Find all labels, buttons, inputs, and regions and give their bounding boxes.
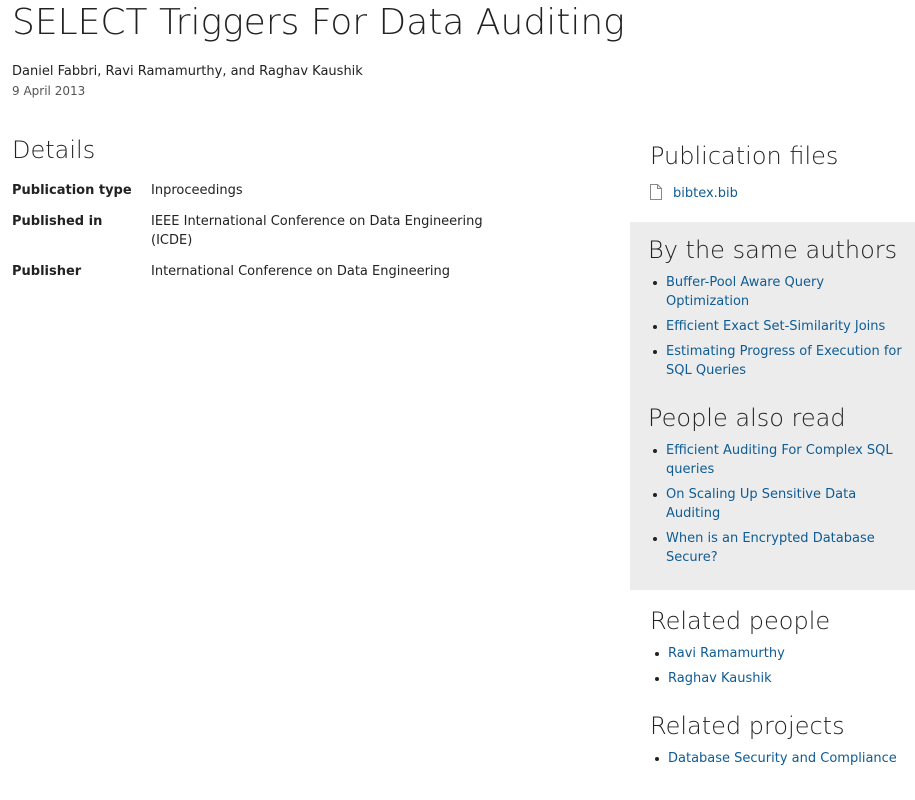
bullet <box>655 652 659 656</box>
bullet <box>653 537 657 541</box>
related-people-list: Ravi Ramamurthy Raghav Kaushik <box>650 644 910 688</box>
people-also-read-section: People also read Efficient Auditing For … <box>648 403 910 573</box>
detail-label: Publication type <box>12 183 132 198</box>
detail-value: International Conference on Data Enginee… <box>151 264 451 279</box>
bullet <box>653 493 657 497</box>
related-publication-link[interactable]: When is an Encrypted Database Secure? <box>666 531 875 565</box>
related-projects-heading: Related projects <box>650 712 845 740</box>
list-item: When is an Encrypted Database Secure? <box>653 529 910 567</box>
detail-value: Inproceedings <box>151 183 243 198</box>
related-publication-link[interactable]: Buffer-Pool Aware Query Optimization <box>666 275 824 309</box>
list-item: On Scaling Up Sensitive Data Auditing <box>653 485 910 523</box>
bullet <box>653 325 657 329</box>
related-publication-link[interactable]: On Scaling Up Sensitive Data Auditing <box>666 487 856 521</box>
publication-files-section: Publication files bibtex.bib <box>650 141 900 203</box>
bullet <box>655 757 659 761</box>
detail-value: IEEE International Conference on Data En… <box>151 214 483 248</box>
list-item: Database Security and Compliance <box>655 749 910 768</box>
bullet <box>653 449 657 453</box>
related-people-section: Related people Ravi Ramamurthy Raghav Ka… <box>650 606 910 694</box>
detail-row-published-in: Published in IEEE International Conferen… <box>12 212 512 250</box>
same-authors-heading: By the same authors <box>648 236 898 264</box>
person-link[interactable]: Raghav Kaushik <box>668 671 772 686</box>
list-item: Ravi Ramamurthy <box>655 644 910 663</box>
related-publication-link[interactable]: Estimating Progress of Execution for SQL… <box>666 344 902 378</box>
bibtex-file-link[interactable]: bibtex.bib <box>673 184 738 203</box>
related-publication-link[interactable]: Efficient Exact Set-Similarity Joins <box>666 319 885 334</box>
related-projects-list: Database Security and Compliance <box>650 749 910 768</box>
related-projects-section: Related projects Database Security and C… <box>650 711 910 774</box>
file-item[interactable]: bibtex.bib <box>650 183 900 203</box>
same-authors-list: Buffer-Pool Aware Query Optimization Eff… <box>648 273 910 380</box>
detail-label: Publisher <box>12 264 82 279</box>
person-link[interactable]: Ravi Ramamurthy <box>668 646 785 661</box>
publication-files-heading: Publication files <box>650 142 839 170</box>
list-item: Buffer-Pool Aware Query Optimization <box>653 273 910 311</box>
list-item: Raghav Kaushik <box>655 669 910 688</box>
bullet <box>653 350 657 354</box>
bullet <box>653 281 657 285</box>
people-also-read-list: Efficient Auditing For Complex SQL queri… <box>648 441 910 567</box>
author-list: Daniel Fabbri, Ravi Ramamurthy, and Ragh… <box>12 64 363 79</box>
list-item: Efficient Exact Set-Similarity Joins <box>653 317 910 336</box>
page-title: SELECT Triggers For Data Auditing <box>12 2 625 43</box>
detail-label: Published in <box>12 214 103 229</box>
project-link[interactable]: Database Security and Compliance <box>668 751 897 766</box>
list-item: Estimating Progress of Execution for SQL… <box>653 342 910 380</box>
detail-row-publisher: Publisher International Conference on Da… <box>12 262 512 281</box>
related-publication-link[interactable]: Efficient Auditing For Complex SQL queri… <box>666 443 893 477</box>
detail-row-publication-type: Publication type Inproceedings <box>12 181 512 200</box>
people-also-read-heading: People also read <box>648 404 846 432</box>
details-table: Publication type Inproceedings Published… <box>12 181 512 293</box>
same-authors-section: By the same authors Buffer-Pool Aware Qu… <box>648 235 910 386</box>
bullet <box>655 677 659 681</box>
file-icon <box>650 183 662 200</box>
details-heading: Details <box>12 136 96 164</box>
publication-date: 9 April 2013 <box>12 84 86 98</box>
related-people-heading: Related people <box>650 607 831 635</box>
list-item: Efficient Auditing For Complex SQL queri… <box>653 441 910 479</box>
